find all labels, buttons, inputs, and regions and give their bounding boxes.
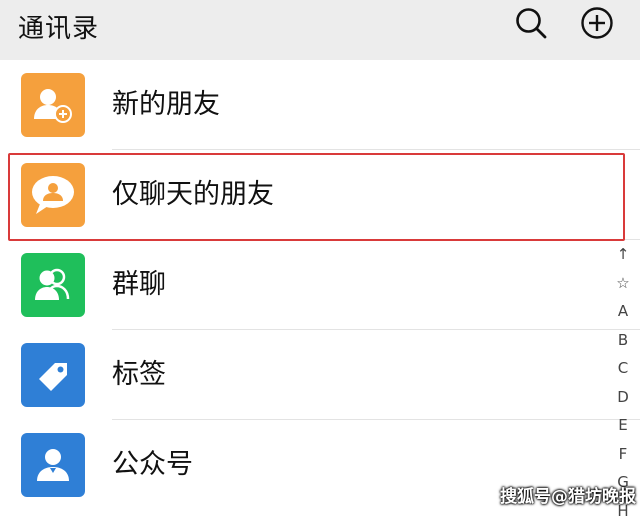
add-friend-icon — [21, 73, 85, 137]
chat-bubble-person-icon — [21, 163, 85, 227]
official-account-icon — [21, 433, 85, 497]
index-letter[interactable]: E — [618, 411, 627, 440]
tags-label: 标签 — [112, 330, 166, 420]
chat-only-friends-label: 仅聊天的朋友 — [112, 150, 274, 240]
top-bar: 通讯录 — [0, 0, 640, 60]
group-chats-item[interactable]: 群聊 — [0, 240, 640, 330]
page-title: 通讯录 — [18, 8, 99, 45]
tag-icon — [21, 343, 85, 407]
official-accounts-label: 公众号 — [112, 420, 193, 510]
index-letter[interactable]: D — [617, 383, 629, 412]
watermark: 搜狐号@猎坊晚报 — [500, 482, 636, 507]
index-letter[interactable]: B — [618, 326, 628, 355]
index-letter[interactable]: ↑ — [617, 240, 630, 269]
index-letter[interactable]: A — [618, 297, 628, 326]
search-icon[interactable] — [514, 6, 548, 40]
index-letter[interactable]: C — [618, 354, 628, 383]
plus-circle-icon[interactable] — [580, 6, 614, 40]
index-letter[interactable]: F — [619, 440, 628, 469]
group-chats-label: 群聊 — [112, 240, 166, 330]
new-friends-label: 新的朋友 — [112, 60, 220, 150]
chat-only-friends-item[interactable]: 仅聊天的朋友 — [0, 150, 640, 240]
contacts-menu: 新的朋友 仅聊天的朋友 群聊 — [0, 60, 640, 510]
group-icon — [21, 253, 85, 317]
index-letter[interactable]: ☆ — [616, 269, 629, 298]
new-friends-item[interactable]: 新的朋友 — [0, 60, 640, 150]
tags-item[interactable]: 标签 — [0, 330, 640, 420]
